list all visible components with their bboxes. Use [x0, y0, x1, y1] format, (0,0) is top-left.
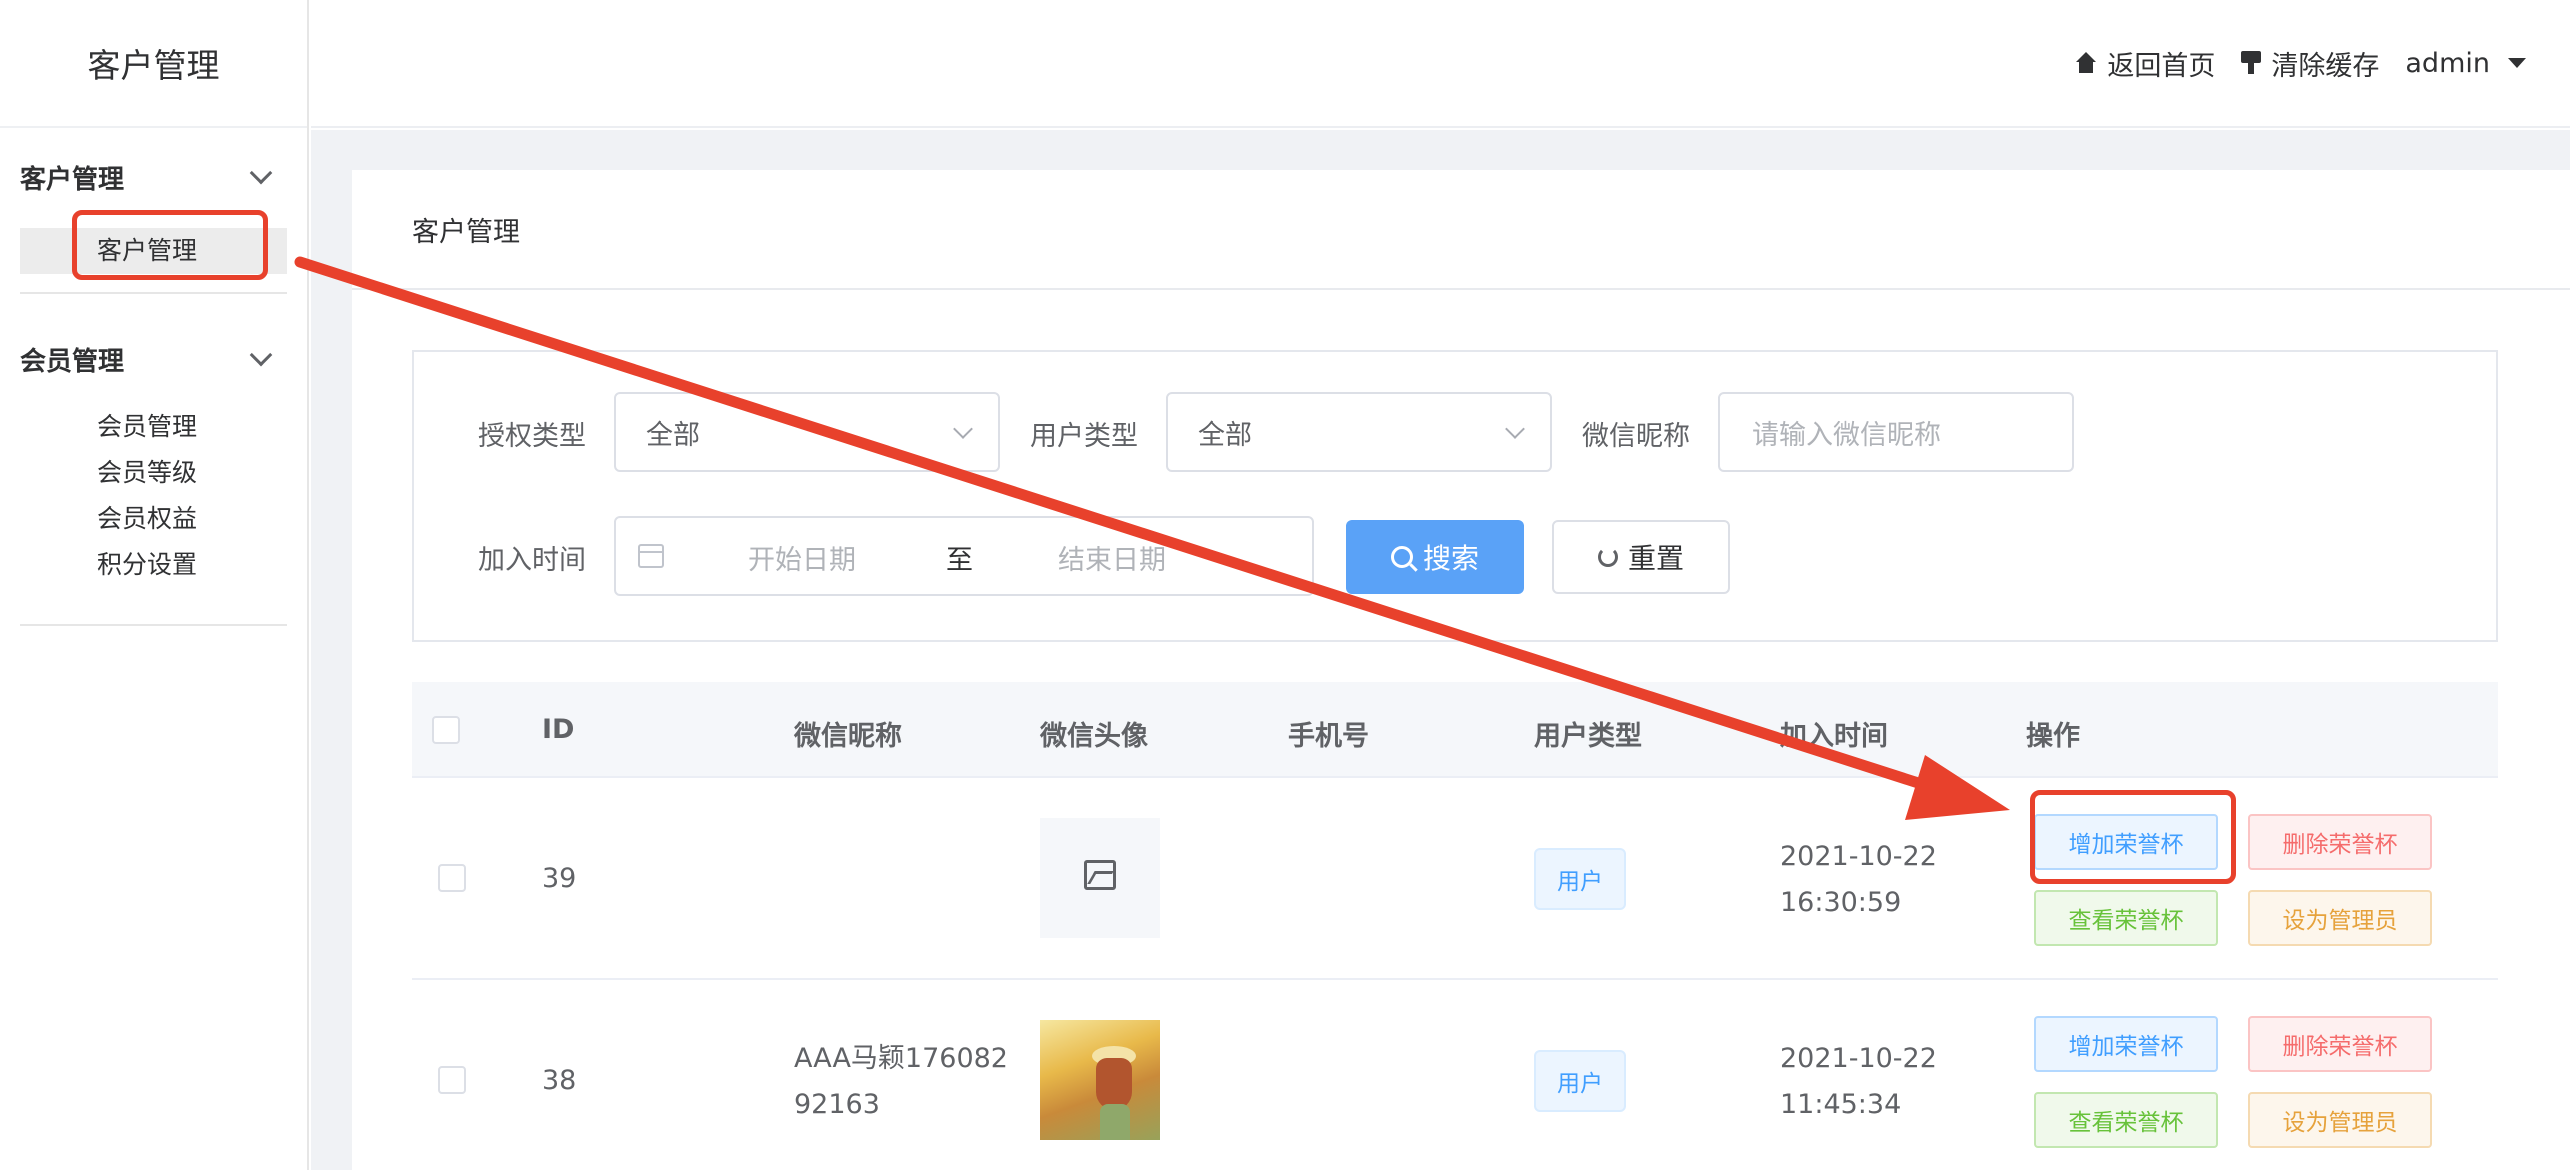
table-row: 38 AAA马颖176082 92163 用户 2021-10-22 11:45… [412, 980, 2498, 1170]
user-type-value: 全部 [1198, 419, 1252, 451]
caret-down-icon [2508, 58, 2526, 68]
brush-icon [2241, 51, 2262, 75]
sidebar-item-member-management[interactable]: 会员管理 [20, 404, 287, 450]
cell-join-time: 16:30:59 [1780, 887, 1902, 918]
auth-type-label: 授权类型 [478, 421, 586, 452]
avatar-body [1100, 1104, 1130, 1140]
reset-button-label: 重置 [1627, 542, 1684, 575]
cell-join-date: 2021-10-22 [1780, 841, 1937, 872]
user-type-select[interactable]: 全部 [1166, 392, 1552, 472]
chevron-down-icon [249, 343, 273, 367]
user-name: admin [2405, 47, 2490, 79]
delete-honor-cup-button[interactable]: 删除荣誉杯 [2248, 1016, 2432, 1072]
nickname-input[interactable]: 请输入微信昵称 [1718, 392, 2074, 472]
join-time-label: 加入时间 [478, 545, 586, 576]
cell-id: 38 [542, 1065, 577, 1096]
chevron-down-icon [1505, 419, 1525, 439]
start-date-input[interactable]: 开始日期 [748, 538, 856, 577]
clear-cache-link[interactable]: 清除缓存 [2241, 44, 2379, 83]
column-header-join-time: 加入时间 [1780, 721, 1888, 752]
cell-join-time: 11:45:34 [1780, 1089, 1902, 1120]
filter-panel: 授权类型 全部 用户类型 全部 微信昵称 请输入微信昵称 加入时间 开始日期 至… [412, 350, 2498, 642]
menu-title-customer[interactable]: 客户管理 [20, 152, 287, 202]
auth-type-select[interactable]: 全部 [614, 392, 1000, 472]
set-admin-button[interactable]: 设为管理员 [2248, 1092, 2432, 1148]
highlight-box-sidebar [72, 210, 268, 280]
image-icon [1084, 860, 1116, 890]
cell-join-date: 2021-10-22 [1780, 1043, 1937, 1074]
reset-button[interactable]: 重置 [1552, 520, 1730, 594]
avatar-hair [1096, 1058, 1132, 1110]
sidebar-item-points-settings[interactable]: 积分设置 [20, 542, 287, 588]
user-type-tag: 用户 [1534, 1050, 1626, 1112]
user-type-tag: 用户 [1534, 848, 1626, 910]
row-checkbox[interactable] [438, 1066, 466, 1094]
column-header-nickname: 微信昵称 [794, 721, 902, 752]
cell-nickname-line1: AAA马颖176082 [794, 1043, 1008, 1074]
nickname-label: 微信昵称 [1582, 421, 1690, 452]
column-header-id: ID [542, 714, 575, 745]
search-button-label: 搜索 [1422, 542, 1479, 575]
cell-nickname-line2: 92163 [794, 1089, 880, 1120]
home-link[interactable]: 返回首页 [2075, 44, 2215, 83]
row-checkbox[interactable] [438, 864, 466, 892]
add-honor-cup-button[interactable]: 增加荣誉杯 [2034, 1016, 2218, 1072]
sidebar: 客户管理 客户管理 客户管理 会员管理 会员管理 会员等级 会员权益 积分设置 [0, 0, 309, 1170]
user-dropdown[interactable]: admin [2405, 48, 2526, 79]
column-header-avatar: 微信头像 [1040, 721, 1148, 752]
title-divider [352, 288, 2570, 290]
search-icon [1390, 546, 1413, 568]
sidebar-logo: 客户管理 [0, 0, 307, 128]
avatar-placeholder [1040, 818, 1160, 938]
app-root: 客户管理 客户管理 客户管理 会员管理 会员管理 会员等级 会员权益 积分设置 … [0, 0, 2570, 1170]
column-header-actions: 操作 [2026, 721, 2080, 752]
calendar-icon [638, 544, 664, 568]
menu-group-member: 会员管理 会员管理 会员等级 会员权益 积分设置 [0, 334, 307, 626]
refresh-icon [1597, 547, 1618, 567]
search-button[interactable]: 搜索 [1346, 520, 1524, 594]
highlight-box-add-button [2030, 790, 2236, 884]
sidebar-item-member-level[interactable]: 会员等级 [20, 450, 287, 496]
main-card: 客户管理 授权类型 全部 用户类型 全部 微信昵称 请输入微信昵称 加入时间 开… [352, 170, 2570, 1170]
page-title: 客户管理 [412, 217, 520, 248]
table-header: ID 微信昵称 微信头像 手机号 用户类型 加入时间 操作 [412, 682, 2498, 778]
select-all-checkbox[interactable] [432, 716, 460, 744]
menu-title-label: 会员管理 [20, 346, 125, 377]
cell-id: 39 [542, 863, 577, 894]
clear-cache-label: 清除缓存 [2271, 50, 2380, 82]
menu-title-label: 客户管理 [20, 164, 125, 195]
set-admin-button[interactable]: 设为管理员 [2248, 890, 2432, 946]
end-date-input[interactable]: 结束日期 [1058, 538, 1166, 577]
column-header-phone: 手机号 [1288, 721, 1369, 752]
chevron-down-icon [953, 419, 973, 439]
avatar-image [1040, 1020, 1160, 1140]
view-honor-cup-button[interactable]: 查看荣誉杯 [2034, 1092, 2218, 1148]
range-separator: 至 [946, 545, 973, 576]
top-header: 返回首页 清除缓存 admin [311, 0, 2570, 128]
chevron-down-icon [249, 161, 273, 185]
auth-type-value: 全部 [646, 419, 700, 451]
date-range-picker[interactable]: 开始日期 至 结束日期 [614, 516, 1314, 596]
home-link-label: 返回首页 [2107, 50, 2216, 82]
menu-divider [20, 624, 287, 626]
column-header-user-type: 用户类型 [1534, 721, 1642, 752]
menu-divider [20, 292, 287, 294]
delete-honor-cup-button[interactable]: 删除荣誉杯 [2248, 814, 2432, 870]
home-icon [2075, 52, 2097, 74]
view-honor-cup-button[interactable]: 查看荣誉杯 [2034, 890, 2218, 946]
sidebar-item-member-benefits[interactable]: 会员权益 [20, 496, 287, 542]
user-type-label: 用户类型 [1030, 421, 1138, 452]
menu-title-member[interactable]: 会员管理 [20, 334, 287, 384]
